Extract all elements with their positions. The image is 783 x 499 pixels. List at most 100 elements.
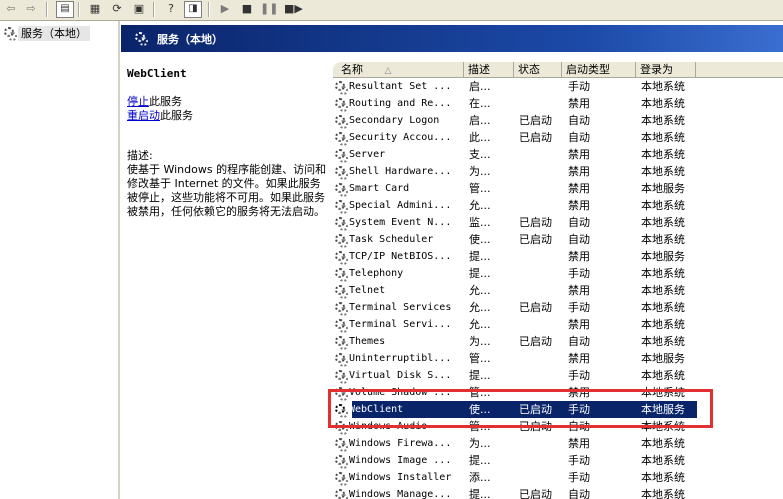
service-row[interactable]: Windows Firewa... 为... 禁用 本地系统: [333, 435, 783, 452]
service-row[interactable]: Special Admini... 允... 禁用 本地系统: [333, 197, 783, 214]
column-header-logon[interactable]: 登录为: [636, 62, 696, 77]
service-row[interactable]: Resultant Set ... 启... 手动 本地系统: [333, 78, 783, 95]
refresh-icon[interactable]: ⟳: [108, 1, 126, 18]
service-status: [519, 282, 567, 299]
stop-service-link[interactable]: 停止: [127, 95, 149, 108]
service-name-cell: Server: [333, 146, 463, 163]
service-name: Terminal Servi...: [349, 319, 452, 330]
service-row[interactable]: Server 支... 禁用 本地系统: [333, 146, 783, 163]
service-name: Windows Image ...: [349, 455, 452, 466]
service-name-cell: Virtual Disk S...: [333, 367, 463, 384]
service-desc: 提...: [469, 454, 491, 467]
service-gear-icon: [333, 267, 348, 282]
service-logon-as: 本地系统: [641, 420, 685, 433]
service-row[interactable]: Terminal Servi... 允... 禁用 本地系统: [333, 316, 783, 333]
service-row[interactable]: Themes 为... 已启动 自动 本地系统: [333, 333, 783, 350]
service-name: Volume Shadow ...: [349, 387, 452, 398]
service-logon-as: 本地系统: [641, 488, 685, 499]
service-row[interactable]: Windows Image ... 提... 手动 本地系统: [333, 452, 783, 469]
restart-service-link[interactable]: 重启动: [127, 109, 160, 122]
service-name-cell: Uninterruptibl...: [333, 350, 463, 367]
service-row[interactable]: Smart Card 管... 禁用 本地服务: [333, 180, 783, 197]
service-row[interactable]: Windows Installer 添... 手动 本地系统: [333, 469, 783, 486]
toolbar-separator: [46, 2, 48, 17]
extended-description-panel: WebClient 停止此服务 重启动此服务 描述: 使基于 Windows 的…: [127, 67, 327, 219]
service-row[interactable]: Routing and Re... 在... 禁用 本地系统: [333, 95, 783, 112]
service-row[interactable]: Virtual Disk S... 提... 手动 本地系统: [333, 367, 783, 384]
service-status: 已启动: [519, 131, 552, 144]
forward-icon[interactable]: ⇨: [22, 1, 40, 18]
service-gear-icon: [333, 301, 348, 316]
service-startup-type: 禁用: [568, 437, 590, 450]
column-header-desc[interactable]: 描述: [464, 62, 514, 77]
service-logon-as: 本地服务: [641, 403, 685, 416]
service-row[interactable]: Volume Shadow ... 管... 禁用 本地系统: [333, 384, 783, 401]
services-list: 名称 △ 描述 状态 启动类型 登录为 Resultant Set ... 启..…: [333, 58, 783, 499]
service-row[interactable]: TCP/IP NetBIOS... 提... 禁用 本地服务: [333, 248, 783, 265]
start-icon[interactable]: ▶: [216, 1, 234, 18]
service-row[interactable]: Windows Audio 管... 已启动 自动 本地系统: [333, 418, 783, 435]
service-status: [519, 95, 567, 112]
service-row[interactable]: Terminal Services 允... 已启动 手动 本地系统: [333, 299, 783, 316]
service-row[interactable]: Secondary Logon 启... 已启动 自动 本地系统: [333, 112, 783, 129]
pause-icon[interactable]: ❚❚: [260, 1, 278, 18]
service-status: [519, 367, 567, 384]
column-header-status[interactable]: 状态: [514, 62, 562, 77]
stop-icon[interactable]: ■: [238, 1, 256, 18]
service-logon-as: 本地系统: [641, 233, 685, 246]
restart-service-suffix: 此服务: [160, 109, 193, 122]
column-header-name[interactable]: 名称 △: [333, 62, 464, 77]
services-gear-icon: [2, 26, 17, 41]
restart-icon[interactable]: ■▶: [284, 1, 303, 18]
export-list-icon[interactable]: ▣: [130, 1, 148, 18]
sort-ascending-icon: △: [384, 66, 392, 76]
description-label: 描述:: [127, 149, 153, 162]
column-header-startup[interactable]: 启动类型: [562, 62, 636, 77]
service-row[interactable]: Telnet 允... 禁用 本地系统: [333, 282, 783, 299]
service-row[interactable]: Task Scheduler 使... 已启动 自动 本地系统: [333, 231, 783, 248]
service-desc: 管...: [469, 386, 491, 399]
service-name-cell: Terminal Services: [333, 299, 463, 316]
service-status: 已启动: [519, 233, 552, 246]
back-icon[interactable]: ⇦: [2, 1, 20, 18]
service-row[interactable]: Security Accou... 此... 已启动 自动 本地系统: [333, 129, 783, 146]
tree-item-services-local[interactable]: 服务（本地）: [2, 25, 90, 41]
service-row[interactable]: Shell Hardware... 为... 禁用 本地系统: [333, 163, 783, 180]
service-gear-icon: [333, 80, 348, 95]
service-name-cell: Shell Hardware...: [333, 163, 463, 180]
service-logon-as: 本地系统: [641, 284, 685, 297]
service-name: TCP/IP NetBIOS...: [349, 251, 452, 262]
service-desc: 使...: [469, 403, 491, 416]
service-row[interactable]: Windows Manage... 提... 已启动 自动 本地系统: [333, 486, 783, 499]
service-gear-icon: [333, 352, 348, 367]
service-status: 已启动: [519, 114, 552, 127]
service-name-cell: WebClient: [333, 401, 463, 418]
service-logon-as: 本地系统: [641, 199, 685, 212]
service-startup-type: 禁用: [568, 250, 590, 263]
service-row[interactable]: Uninterruptibl... 管... 禁用 本地服务: [333, 350, 783, 367]
service-status: 已启动: [519, 420, 552, 433]
show-hide-tree-icon[interactable]: ▤: [56, 1, 74, 18]
service-name: Server: [349, 149, 386, 160]
service-status: 已启动: [519, 488, 552, 499]
service-desc: 允...: [469, 199, 491, 212]
service-name-cell: Volume Shadow ...: [333, 384, 463, 401]
service-logon-as: 本地系统: [641, 386, 685, 399]
service-row[interactable]: WebClient 使... 已启动 手动 本地服务: [333, 401, 783, 418]
header-gear-icon: [133, 31, 148, 48]
service-logon-as: 本地系统: [641, 471, 685, 484]
service-row[interactable]: System Event N... 监... 已启动 自动 本地系统: [333, 214, 783, 231]
column-name-label: 名称: [341, 63, 363, 76]
properties-icon[interactable]: ▦: [86, 1, 104, 18]
list-column-headers: 名称 △ 描述 状态 启动类型 登录为: [333, 62, 783, 78]
service-name-cell: Windows Firewa...: [333, 435, 463, 452]
details-pane: 服务（本地） WebClient 停止此服务 重启动此服务 描述: 使基于 Wi…: [121, 21, 783, 499]
service-name-cell: Secondary Logon: [333, 112, 463, 129]
service-desc: 提...: [469, 250, 491, 263]
service-desc: 管...: [469, 420, 491, 433]
service-gear-icon: [333, 403, 348, 418]
service-name: Telephony: [349, 268, 404, 279]
show-console-icon[interactable]: ◨: [184, 1, 202, 18]
service-row[interactable]: Telephony 提... 手动 本地系统: [333, 265, 783, 282]
help-icon[interactable]: ?: [162, 1, 180, 18]
